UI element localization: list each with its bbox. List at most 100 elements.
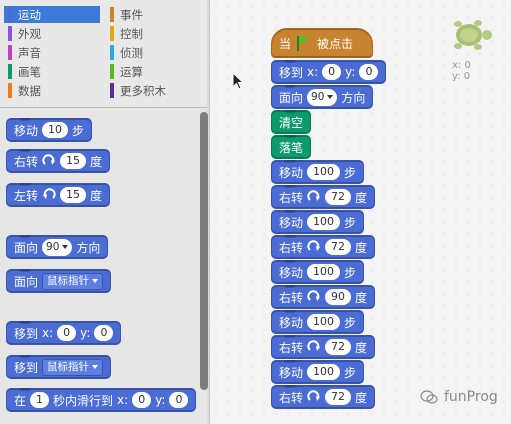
palette-block-goto-xy[interactable]: 移到 x: 0 y: 0 bbox=[6, 321, 122, 345]
category-label: 声音 bbox=[18, 45, 41, 60]
palette-block-turn-left[interactable]: 左转 15 度 bbox=[6, 183, 111, 207]
block-label: 在 bbox=[14, 393, 27, 408]
x-input[interactable]: 0 bbox=[322, 64, 342, 80]
palette-scrollbar[interactable] bbox=[200, 112, 208, 390]
category-operators[interactable]: 运算 bbox=[106, 63, 143, 80]
watermark-text: funProg bbox=[444, 389, 498, 405]
script-block-move[interactable]: 移动 100 步 bbox=[271, 360, 365, 384]
block-label: 移动 bbox=[279, 315, 304, 330]
steps-input[interactable]: 10 bbox=[42, 122, 69, 138]
block-label: 右转 bbox=[279, 240, 304, 255]
category-events[interactable]: 事件 bbox=[106, 6, 143, 23]
block-label: 移动 bbox=[14, 123, 39, 138]
x-input[interactable]: 0 bbox=[132, 392, 152, 408]
y-label: y: bbox=[345, 65, 356, 79]
mouse-pointer-icon bbox=[232, 72, 244, 90]
category-sound[interactable]: 声音 bbox=[4, 44, 41, 61]
degrees-input[interactable]: 72 bbox=[325, 189, 352, 205]
chevron-down-icon bbox=[92, 365, 99, 369]
steps-input[interactable]: 100 bbox=[307, 214, 341, 230]
y-input[interactable]: 0 bbox=[359, 64, 379, 80]
category-label: 侦测 bbox=[120, 45, 143, 60]
category-pen[interactable]: 画笔 bbox=[4, 63, 41, 80]
category-swatch bbox=[8, 26, 12, 41]
script-block-clear[interactable]: 清空 bbox=[271, 110, 312, 134]
palette-block-move[interactable]: 移动 10 步 bbox=[6, 118, 93, 142]
when-flag-clicked-block[interactable]: 当 被点击 bbox=[271, 28, 373, 58]
direction-dropdown[interactable]: 90 bbox=[42, 238, 73, 256]
script-block-move[interactable]: 移动 100 步 bbox=[271, 310, 365, 334]
script-block-turn-right[interactable]: 右转 72 度 bbox=[271, 335, 376, 359]
script-block-goto-xy[interactable]: 移到 x: 0 y: 0 bbox=[271, 60, 387, 84]
rotate-clockwise-icon bbox=[307, 340, 321, 351]
category-sensing[interactable]: 侦测 bbox=[106, 44, 143, 61]
degrees-input[interactable]: 72 bbox=[325, 239, 352, 255]
block-label: 面向 bbox=[14, 240, 39, 255]
steps-input[interactable]: 100 bbox=[307, 364, 341, 380]
category-panel: 运动 外观 声音 画笔 数据 事件 控制 侦测 运算 更多积木 bbox=[0, 0, 207, 108]
y-input[interactable]: 0 bbox=[94, 325, 114, 341]
target-dropdown[interactable]: 鼠标指针 bbox=[42, 272, 104, 290]
block-label: 移动 bbox=[279, 265, 304, 280]
script-block-move[interactable]: 移动 100 步 bbox=[271, 210, 365, 234]
script-block-pen-down[interactable]: 落笔 bbox=[271, 135, 312, 159]
category-control[interactable]: 控制 bbox=[106, 25, 143, 42]
category-swatch bbox=[110, 83, 114, 98]
x-input[interactable]: 0 bbox=[57, 325, 77, 341]
script-block-turn-right[interactable]: 右转 72 度 bbox=[271, 385, 376, 409]
steps-input[interactable]: 100 bbox=[307, 264, 341, 280]
script-block-turn-right[interactable]: 右转 72 度 bbox=[271, 185, 376, 209]
steps-input[interactable]: 100 bbox=[307, 314, 341, 330]
category-more-blocks[interactable]: 更多积木 bbox=[106, 82, 166, 99]
sprite-y-readout: y: 0 bbox=[452, 71, 471, 82]
sprite-x-readout: x: 0 bbox=[452, 60, 471, 71]
direction-value: 90 bbox=[46, 240, 60, 253]
degrees-input[interactable]: 90 bbox=[325, 289, 352, 305]
category-swatch bbox=[110, 7, 114, 22]
block-label: 面向 bbox=[14, 274, 39, 289]
category-label: 事件 bbox=[120, 7, 143, 22]
seconds-input[interactable]: 1 bbox=[30, 392, 50, 408]
degrees-input[interactable]: 15 bbox=[60, 187, 87, 203]
palette-block-turn-right[interactable]: 右转 15 度 bbox=[6, 149, 111, 173]
palette-block-goto-target[interactable]: 移到 鼠标指针 bbox=[6, 355, 112, 379]
category-data[interactable]: 数据 bbox=[4, 82, 41, 99]
block-label: 移动 bbox=[279, 165, 304, 180]
palette-block-point-direction[interactable]: 面向 90 方向 bbox=[6, 235, 109, 259]
script-block-move[interactable]: 移动 100 步 bbox=[271, 260, 365, 284]
palette-block-point-towards[interactable]: 面向 鼠标指针 bbox=[6, 269, 112, 293]
script-block-point-direction[interactable]: 面向 90 方向 bbox=[271, 85, 374, 109]
rotate-clockwise-icon bbox=[307, 290, 321, 301]
degrees-input[interactable]: 72 bbox=[325, 389, 352, 405]
category-label: 运算 bbox=[120, 64, 143, 79]
category-swatch bbox=[8, 7, 12, 22]
degrees-input[interactable]: 72 bbox=[325, 339, 352, 355]
category-motion[interactable]: 运动 bbox=[4, 6, 100, 23]
x-label: x: bbox=[307, 65, 319, 79]
script-block-turn-right[interactable]: 右转 90 度 bbox=[271, 285, 376, 309]
y-input[interactable]: 0 bbox=[169, 392, 189, 408]
category-swatch bbox=[110, 64, 114, 79]
category-swatch bbox=[110, 26, 114, 41]
category-looks[interactable]: 外观 bbox=[4, 25, 41, 42]
category-label: 更多积木 bbox=[120, 83, 166, 98]
block-unit: 度 bbox=[90, 154, 103, 169]
steps-input[interactable]: 100 bbox=[307, 164, 341, 180]
block-label: 移到 bbox=[14, 326, 39, 341]
y-label: y: bbox=[155, 393, 166, 407]
block-unit: 步 bbox=[344, 315, 357, 330]
script-block-move[interactable]: 移动 100 步 bbox=[271, 160, 365, 184]
y-label: y: bbox=[80, 326, 91, 340]
direction-dropdown[interactable]: 90 bbox=[307, 88, 338, 106]
script-block-turn-right[interactable]: 右转 72 度 bbox=[271, 235, 376, 259]
block-label: 移到 bbox=[279, 65, 304, 80]
chevron-down-icon bbox=[62, 245, 69, 249]
target-value: 鼠标指针 bbox=[47, 274, 90, 287]
target-value: 鼠标指针 bbox=[47, 360, 90, 373]
block-label: 左转 bbox=[14, 188, 39, 203]
block-unit: 方向 bbox=[76, 240, 101, 255]
degrees-input[interactable]: 15 bbox=[60, 153, 87, 169]
turtle-sprite-icon[interactable] bbox=[448, 18, 494, 52]
target-dropdown[interactable]: 鼠标指针 bbox=[42, 358, 104, 376]
palette-block-glide[interactable]: 在 1 秒内滑行到 x: 0 y: 0 bbox=[6, 388, 197, 412]
